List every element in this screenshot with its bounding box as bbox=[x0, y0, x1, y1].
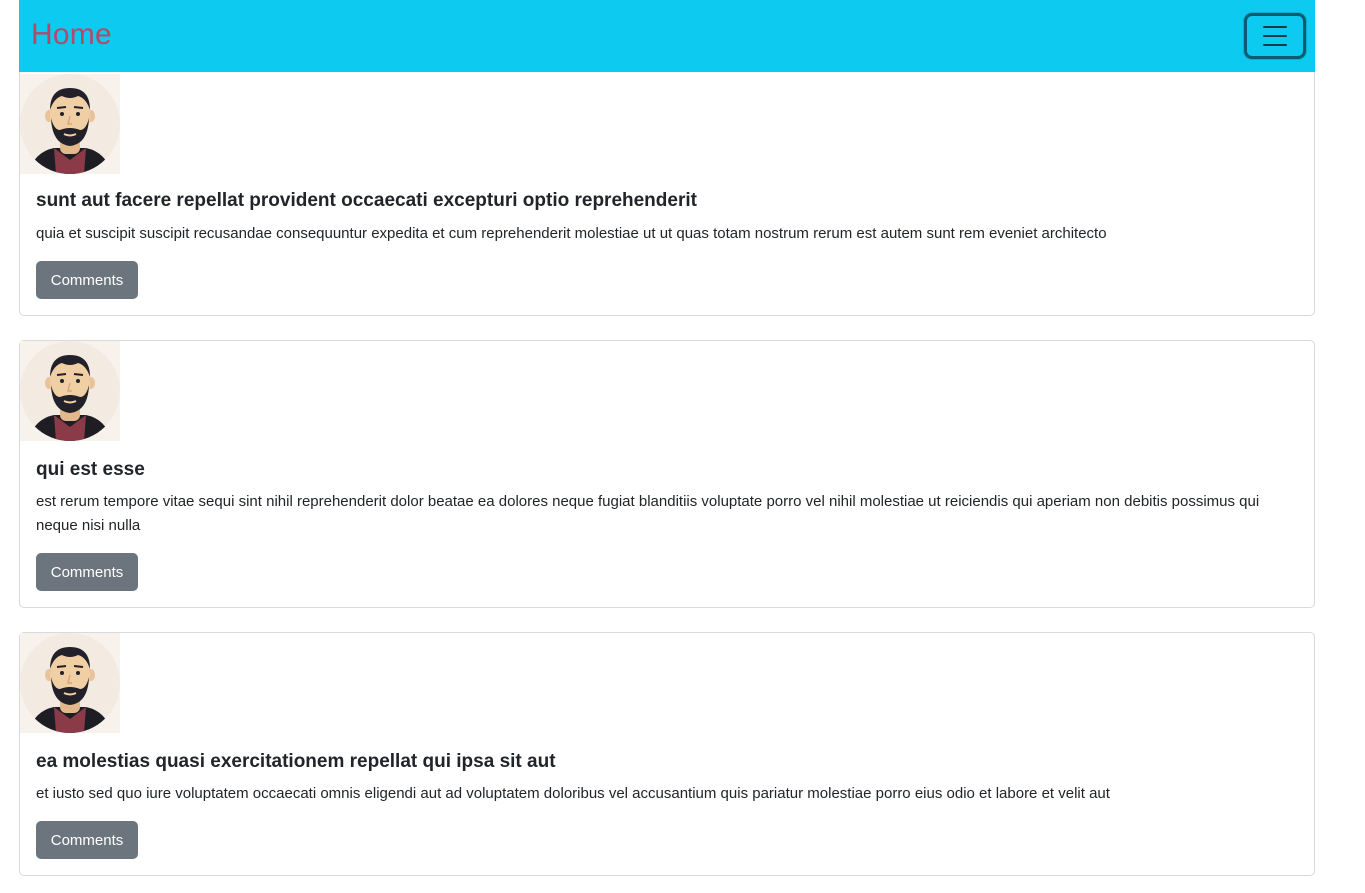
post-card: qui est esse est rerum tempore vitae seq… bbox=[19, 340, 1315, 608]
post-body: quia et suscipit suscipit recusandae con… bbox=[36, 225, 1107, 242]
bearded-man-avatar-icon bbox=[20, 633, 120, 733]
post-body: et iusto sed quo iure voluptatem occaeca… bbox=[36, 785, 1110, 802]
post-card: ea molestias quasi exercitationem repell… bbox=[19, 632, 1315, 876]
post-title: sunt aut facere repellat provident occae… bbox=[36, 190, 697, 211]
hamburger-menu-icon bbox=[1263, 26, 1287, 28]
post-title: qui est esse bbox=[36, 459, 145, 480]
navbar-brand-home-link[interactable]: Home bbox=[31, 18, 112, 52]
post-body: est rerum tempore vitae sequi sint nihil… bbox=[36, 493, 1260, 534]
bearded-man-avatar-icon bbox=[20, 341, 120, 441]
navbar: Home bbox=[19, 0, 1315, 72]
bearded-man-avatar-icon bbox=[20, 74, 120, 174]
comments-button[interactable]: Comments bbox=[36, 553, 138, 591]
comments-button[interactable]: Comments bbox=[36, 821, 138, 859]
post-card: sunt aut facere repellat provident occae… bbox=[19, 72, 1315, 316]
comments-button[interactable]: Comments bbox=[36, 261, 138, 299]
navbar-toggler-button[interactable] bbox=[1244, 13, 1306, 59]
post-title: ea molestias quasi exercitationem repell… bbox=[36, 751, 556, 772]
main-container: Home sunt aut facere repellat provident … bbox=[19, 0, 1315, 876]
